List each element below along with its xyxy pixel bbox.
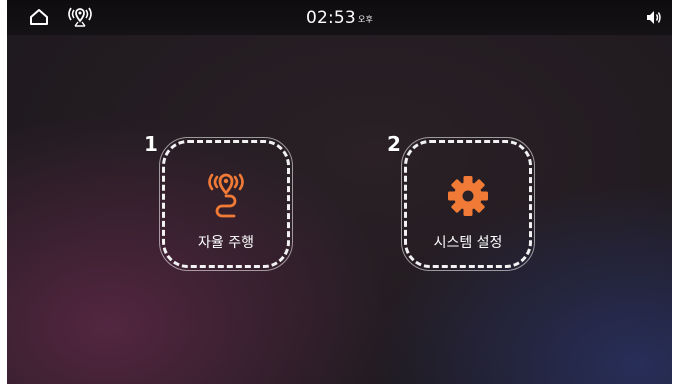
clock-time: 02:53 <box>305 8 356 28</box>
status-bar: 02:53 오후 <box>7 0 672 35</box>
autonomous-driving-button[interactable]: 자율 주행 <box>159 137 293 271</box>
system-settings-label: 시스템 설정 <box>433 235 503 251</box>
tile-number-2: 2 <box>387 132 401 156</box>
tile-number-1: 1 <box>144 132 158 156</box>
system-settings-button[interactable]: 시스템 설정 <box>401 137 535 271</box>
gear-icon <box>448 176 488 216</box>
volume-icon[interactable] <box>646 10 662 25</box>
clock-ampm: 오후 <box>357 15 374 24</box>
screen: 02:53 오후 1 자율 주행 2 시스템 설정 <box>7 0 672 384</box>
autonomous-driving-label: 자율 주행 <box>198 235 254 251</box>
autonomous-driving-icon <box>208 173 244 218</box>
clock: 02:53 오후 <box>7 8 672 30</box>
